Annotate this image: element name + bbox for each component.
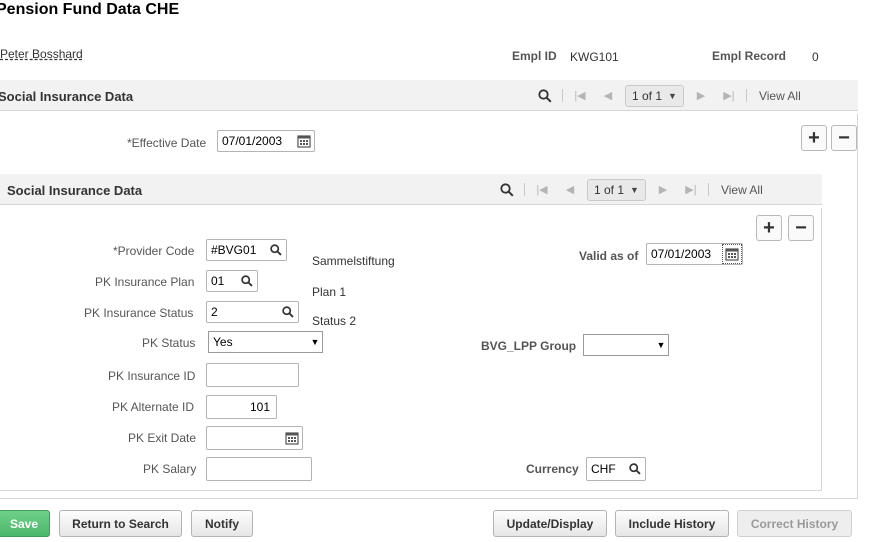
valid-as-of-label: Valid as of <box>579 249 639 263</box>
outer-grid-nav: |◀ ◀ 1 of 1 ▼ ▶ ▶| View All <box>538 80 801 111</box>
effective-date-label: *Effective Date <box>127 136 207 150</box>
inner-delete-row-button[interactable]: − <box>788 215 814 241</box>
inner-grid-title: Social Insurance Data <box>7 183 143 198</box>
insurance-status-label: PK Insurance Status <box>84 306 194 320</box>
lookup-icon[interactable] <box>266 240 286 260</box>
inner-grid-nav: |◀ ◀ 1 of 1 ▼ ▶ ▶| View All <box>500 174 763 205</box>
insurance-id-field[interactable] <box>206 363 299 387</box>
next-page-icon[interactable]: ▶ <box>656 183 670 196</box>
currency-label: Currency <box>526 462 579 476</box>
exit-date-field[interactable] <box>206 426 303 450</box>
lookup-icon[interactable] <box>278 302 298 322</box>
previous-page-icon[interactable]: ◀ <box>601 89 615 102</box>
inner-add-row-button[interactable]: + <box>756 215 782 241</box>
outer-grid-pager[interactable]: 1 of 1 ▼ <box>625 84 684 107</box>
outer-add-row-button[interactable]: + <box>801 125 827 151</box>
insurance-status-field[interactable]: 2 <box>206 301 299 323</box>
calendar-icon[interactable] <box>294 131 314 151</box>
insurance-plan-field[interactable]: 01 <box>206 270 258 292</box>
insurance-plan-label: PK Insurance Plan <box>95 275 195 289</box>
salary-label: PK Salary <box>143 462 197 476</box>
empl-record-value: 0 <box>812 50 819 64</box>
exit-date-label: PK Exit Date <box>128 431 197 445</box>
last-page-icon[interactable]: ▶| <box>722 89 736 102</box>
currency-field[interactable]: CHF <box>586 457 646 481</box>
empl-id-label: Empl ID <box>512 49 557 63</box>
alternate-id-field[interactable]: 101 <box>206 395 277 419</box>
empl-record-label: Empl Record <box>712 49 787 63</box>
find-icon[interactable] <box>500 182 514 197</box>
provider-description: Sammelstiftung <box>312 254 395 268</box>
pk-status-select[interactable]: Yes ▼ <box>208 331 323 353</box>
first-page-icon[interactable]: |◀ <box>535 183 549 196</box>
insurance-plan-description: Plan 1 <box>312 285 347 299</box>
provider-code-field[interactable]: #BVG01 <box>206 239 287 261</box>
last-page-icon[interactable]: ▶| <box>684 183 698 196</box>
chevron-down-icon: ▼ <box>630 184 639 195</box>
inner-grid-header: Social Insurance Data |◀ ◀ 1 of 1 ▼ ▶ ▶| … <box>0 174 822 205</box>
outer-grid-title: Social Insurance Data <box>0 89 134 104</box>
outer-view-all-link[interactable]: View All <box>759 89 801 103</box>
next-page-icon[interactable]: ▶ <box>694 89 708 102</box>
notify-button[interactable]: Notify <box>191 510 253 537</box>
inner-view-all-link[interactable]: View All <box>721 183 763 197</box>
page-title: Pension Fund Data CHE <box>0 1 180 18</box>
chevron-down-icon: ▼ <box>668 90 677 101</box>
pk-status-label: PK Status <box>142 336 196 350</box>
bvg-group-label: BVG_LPP Group <box>481 339 577 353</box>
outer-grid-header: Social Insurance Data |◀ ◀ 1 of 1 ▼ ▶ ▶| … <box>0 80 858 111</box>
save-button[interactable]: Save <box>0 510 50 537</box>
update-display-button[interactable]: Update/Display <box>493 510 607 537</box>
lookup-icon[interactable] <box>237 271 257 291</box>
bvg-group-select[interactable]: ▼ <box>583 334 669 356</box>
effective-date-field[interactable]: 07/01/2003 <box>217 130 315 152</box>
correct-history-button: Correct History <box>737 510 852 537</box>
find-icon[interactable] <box>538 88 552 103</box>
outer-delete-row-button[interactable]: − <box>831 125 857 151</box>
lookup-icon[interactable] <box>625 459 645 479</box>
employee-name-link[interactable]: Peter Bosshard <box>0 47 83 61</box>
chevron-down-icon: ▼ <box>310 337 320 347</box>
insurance-id-label: PK Insurance ID <box>108 369 196 383</box>
salary-field[interactable] <box>206 457 312 481</box>
first-page-icon[interactable]: |◀ <box>573 89 587 102</box>
empl-id-value: KWG101 <box>570 50 619 64</box>
previous-page-icon[interactable]: ◀ <box>563 183 577 196</box>
calendar-icon[interactable] <box>282 428 302 448</box>
inner-grid-pager[interactable]: 1 of 1 ▼ <box>587 178 646 201</box>
provider-code-label: *Provider Code <box>113 244 195 258</box>
insurance-status-description: Status 2 <box>312 314 357 328</box>
alternate-id-label: PK Alternate ID <box>112 400 195 414</box>
chevron-down-icon: ▼ <box>656 340 666 350</box>
return-to-search-button[interactable]: Return to Search <box>59 510 182 537</box>
calendar-icon[interactable] <box>722 244 742 264</box>
include-history-button[interactable]: Include History <box>615 510 729 537</box>
valid-as-of-field[interactable]: 07/01/2003 <box>646 243 743 265</box>
